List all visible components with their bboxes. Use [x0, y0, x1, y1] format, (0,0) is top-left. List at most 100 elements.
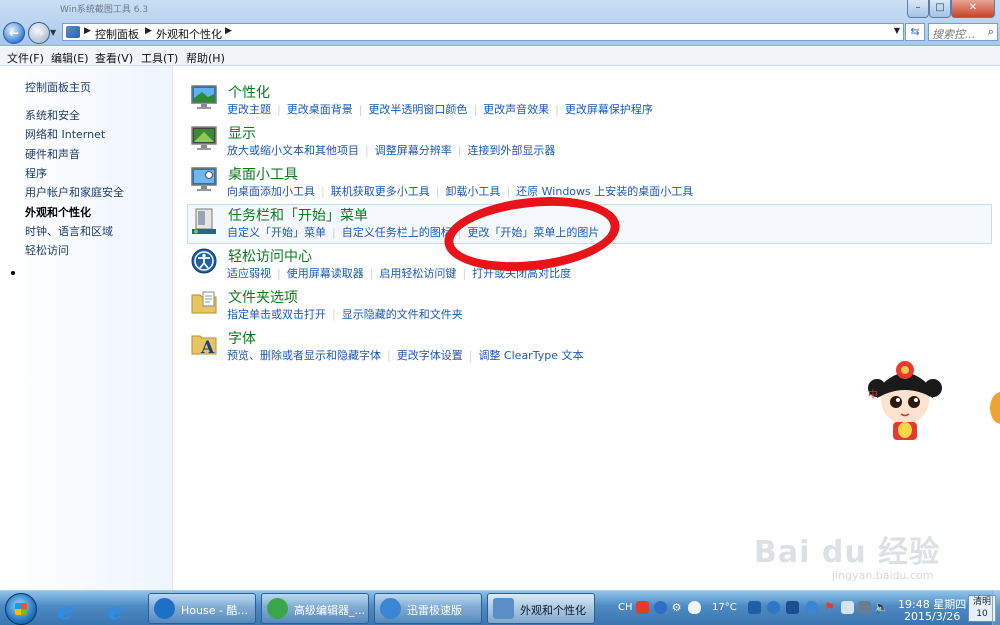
- menu-view[interactable]: 查看(V): [95, 50, 133, 66]
- category-taskbar-title[interactable]: 任务栏和「开始」菜单: [228, 205, 368, 225]
- tray-app-icon[interactable]: [748, 601, 761, 614]
- category-gadgets-title[interactable]: 桌面小工具: [228, 164, 298, 184]
- system-tray: CH ⚙ 17°C ⚑ 🔈 19:48 星期四 2015/3/26 清明 10: [612, 591, 1000, 625]
- link-add-gadgets[interactable]: 向桌面添加小工具: [227, 185, 315, 198]
- breadcrumb-control-panel[interactable]: 控制面板: [95, 26, 139, 42]
- back-button[interactable]: ←: [3, 22, 25, 44]
- address-dropdown-icon[interactable]: ▼: [894, 26, 900, 35]
- recent-pages-dropdown-icon[interactable]: ▼: [50, 28, 56, 37]
- baidu-watermark-url: jingyan.baidu.com: [832, 569, 934, 582]
- fonts-icon[interactable]: A: [190, 329, 218, 357]
- minimize-button[interactable]: –: [907, 0, 929, 18]
- link-font-settings[interactable]: 更改字体设置: [397, 349, 463, 362]
- sidebar-item-hardware[interactable]: 硬件和声音: [25, 146, 80, 162]
- help-icon[interactable]: [654, 601, 667, 614]
- show-desktop-button[interactable]: [992, 591, 1000, 625]
- sidebar-item-user-accounts[interactable]: 用户帐户和家庭安全: [25, 184, 124, 200]
- svg-text:中: 中: [868, 388, 878, 401]
- link-screen-reader[interactable]: 使用屏幕读取器: [287, 267, 364, 280]
- link-uninstall-gadget[interactable]: 卸载小工具: [445, 185, 500, 198]
- maximize-button[interactable]: □: [929, 0, 951, 18]
- volume-icon[interactable]: 🔈: [874, 601, 889, 614]
- settings-icon[interactable]: ⚙: [670, 601, 683, 614]
- breadcrumb-chevron-icon[interactable]: ▶: [84, 26, 91, 36]
- taskbar-item-xunlei[interactable]: 迅雷极速版: [374, 593, 482, 624]
- title-bar: Win系统截图工具 6.3 – □ ✕ ← → ▼ ▶ 控制面板 ▶ 外观和个性…: [0, 0, 1000, 46]
- clock-date[interactable]: 2015/3/26: [904, 610, 960, 623]
- category-ease-of-access-title[interactable]: 轻松访问中心: [228, 246, 312, 266]
- sidebar-item-home[interactable]: 控制面板主页: [25, 79, 91, 95]
- sidebar-item-programs[interactable]: 程序: [25, 165, 47, 181]
- personalization-icon[interactable]: [190, 83, 218, 111]
- link-external-display[interactable]: 连接到外部显示器: [467, 144, 555, 157]
- link-show-hidden-files[interactable]: 显示隐藏的文件和文件夹: [342, 308, 463, 321]
- xunlei-icon: [380, 598, 401, 619]
- menu-file[interactable]: 文件(F): [7, 50, 44, 66]
- link-change-sounds[interactable]: 更改声音效果: [483, 103, 549, 116]
- search-icon[interactable]: ⌕: [988, 25, 994, 39]
- action-center-flag-icon[interactable]: ⚑: [823, 601, 836, 614]
- sidebar-item-ease-of-access[interactable]: 轻松访问: [25, 242, 69, 258]
- category-personalization-title[interactable]: 个性化: [228, 82, 270, 102]
- sidebar-item-appearance[interactable]: 外观和个性化: [25, 204, 91, 220]
- start-button[interactable]: [5, 593, 37, 625]
- category-folder-options-title[interactable]: 文件夹选项: [228, 287, 298, 307]
- search-placeholder: 搜索控...: [932, 28, 976, 41]
- refresh-button[interactable]: ⇆: [905, 23, 925, 41]
- link-low-vision[interactable]: 适应弱视: [227, 267, 271, 280]
- link-zoom-text[interactable]: 放大或缩小文本和其他项目: [227, 144, 359, 157]
- input-method-icon[interactable]: [636, 601, 649, 614]
- taskbar-item-house[interactable]: House - 酷...: [148, 593, 256, 624]
- weather-cloud-icon[interactable]: [688, 601, 701, 614]
- menu-edit[interactable]: 编辑(E): [51, 50, 89, 66]
- network-icon[interactable]: [786, 601, 799, 614]
- link-preview-fonts[interactable]: 预览、删除或者显示和隐藏字体: [227, 349, 381, 362]
- xunlei-tray-icon[interactable]: [805, 601, 818, 614]
- temperature[interactable]: 17°C: [712, 602, 737, 613]
- folder-options-icon[interactable]: [190, 288, 218, 316]
- search-input[interactable]: 搜索控... ⌕: [928, 23, 998, 41]
- sidebar-item-clock-language[interactable]: 时钟、语言和区域: [25, 223, 113, 239]
- link-get-more-gadgets[interactable]: 联机获取更多小工具: [331, 185, 430, 198]
- link-change-background[interactable]: 更改桌面背景: [287, 103, 353, 116]
- network-monitor-icon[interactable]: [858, 601, 871, 614]
- ease-of-access-icon[interactable]: [190, 247, 218, 275]
- svg-text:A: A: [200, 338, 215, 357]
- gadgets-icon[interactable]: [190, 165, 218, 193]
- breadcrumb-chevron-icon[interactable]: ▶: [145, 26, 152, 36]
- close-button[interactable]: ✕: [951, 0, 995, 18]
- taskbar-item-editor[interactable]: 高级编辑器_...: [261, 593, 369, 624]
- link-cleartype[interactable]: 调整 ClearType 文本: [478, 349, 583, 362]
- display-icon[interactable]: [190, 124, 218, 152]
- menu-tools[interactable]: 工具(T): [141, 50, 178, 66]
- category-fonts-title[interactable]: 字体: [228, 328, 256, 348]
- taskbar-item-label: House - 酷...: [181, 604, 248, 617]
- windows-logo-icon: [15, 603, 27, 615]
- link-customize-start-menu[interactable]: 自定义「开始」菜单: [227, 226, 326, 239]
- link-customize-taskbar-icons[interactable]: 自定义任务栏上的图标: [342, 226, 452, 239]
- forward-button[interactable]: →: [28, 22, 50, 44]
- control-panel-icon: [66, 26, 80, 38]
- link-change-window-color[interactable]: 更改半透明窗口颜色: [368, 103, 467, 116]
- language-indicator[interactable]: CH: [618, 602, 633, 613]
- link-restore-gadgets[interactable]: 还原 Windows 上安装的桌面小工具: [516, 185, 693, 198]
- taskbar-icon[interactable]: [190, 207, 218, 235]
- link-screen-resolution[interactable]: 调整屏幕分辨率: [375, 144, 452, 157]
- breadcrumb-chevron-icon[interactable]: ▶: [225, 26, 232, 36]
- address-bar[interactable]: ▶ 控制面板 ▶ 外观和个性化 ▶ ▼: [62, 23, 904, 41]
- link-change-screensaver[interactable]: 更改屏幕保护程序: [565, 103, 653, 116]
- ie-icon[interactable]: e: [50, 594, 90, 625]
- tray-app-icon[interactable]: [767, 601, 780, 614]
- link-single-double-click[interactable]: 指定单击或双击打开: [227, 308, 326, 321]
- category-display-title[interactable]: 显示: [228, 123, 256, 143]
- breadcrumb-appearance[interactable]: 外观和个性化: [156, 26, 222, 42]
- link-ease-access-keys[interactable]: 启用轻松访问键: [379, 267, 456, 280]
- sidebar-item-system-security[interactable]: 系统和安全: [25, 107, 80, 123]
- sidebar-item-network[interactable]: 网络和 Internet: [25, 126, 105, 142]
- menu-help[interactable]: 帮助(H): [186, 50, 225, 66]
- display-tray-icon[interactable]: [841, 601, 854, 614]
- taskbar-item-appearance[interactable]: 外观和个性化: [487, 593, 595, 624]
- category-folder-options-links: 指定单击或双击打开 | 显示隐藏的文件和文件夹: [227, 308, 463, 321]
- link-change-theme[interactable]: 更改主题: [227, 103, 271, 116]
- ie-icon-2[interactable]: e: [100, 594, 140, 625]
